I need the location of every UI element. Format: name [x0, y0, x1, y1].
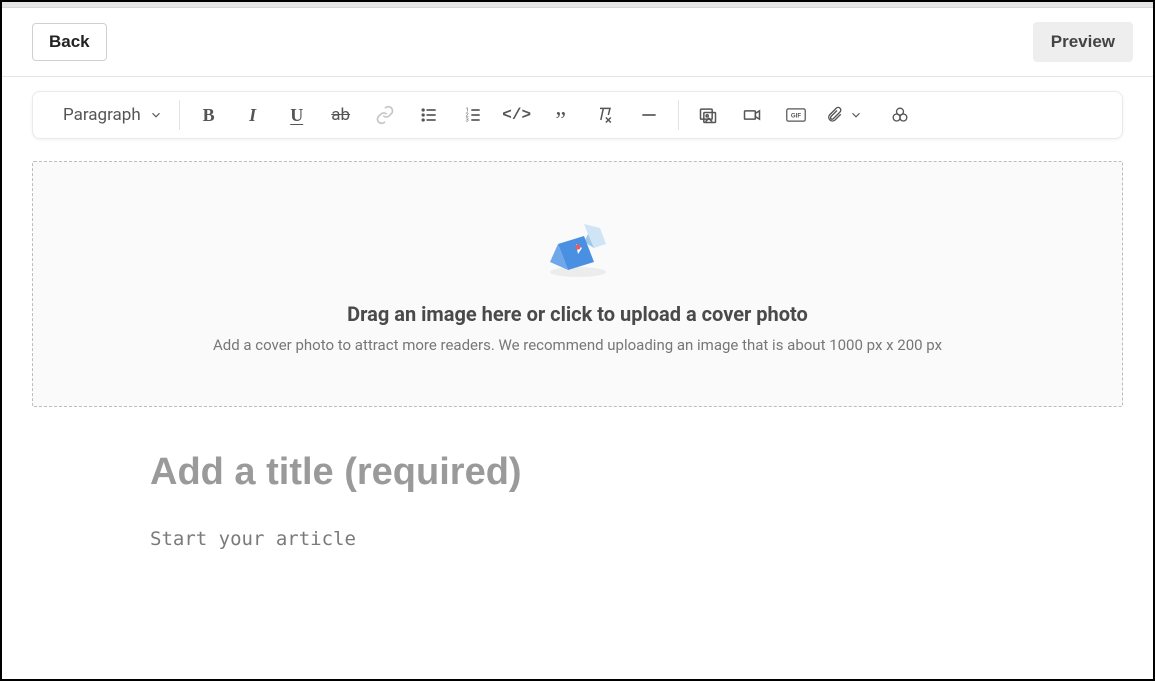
back-button[interactable]: Back [32, 23, 107, 61]
italic-button[interactable]: I [238, 100, 268, 130]
strikethrough-icon: ab [331, 105, 350, 125]
dropzone-subtitle: Add a cover photo to attract more reader… [213, 336, 942, 354]
bullet-list-button[interactable] [414, 100, 444, 130]
block-style-dropdown[interactable]: Paragraph [61, 101, 165, 129]
italic-icon: I [249, 105, 256, 126]
article-title-input[interactable] [150, 451, 910, 494]
code-button[interactable]: </> [502, 100, 532, 130]
bold-icon: B [203, 105, 215, 126]
clear-formatting-button[interactable] [590, 100, 620, 130]
strikethrough-button[interactable]: ab [326, 100, 356, 130]
underline-button[interactable]: U [282, 100, 312, 130]
image-button[interactable] [693, 100, 723, 130]
gif-button[interactable]: GIF [781, 100, 811, 130]
clear-formatting-icon [595, 105, 615, 125]
toolbar-group-block: Paragraph [47, 101, 179, 129]
block-style-label: Paragraph [63, 105, 141, 125]
preview-button[interactable]: Preview [1033, 22, 1133, 62]
chevron-down-icon [149, 108, 163, 122]
paperclip-icon [825, 105, 843, 125]
bold-button[interactable]: B [194, 100, 224, 130]
gif-icon: GIF [786, 105, 806, 125]
svg-text:3: 3 [465, 118, 468, 124]
header-bar: Back Preview [2, 8, 1153, 77]
numbered-list-button[interactable]: 123 [458, 100, 488, 130]
article-body-input[interactable] [150, 528, 910, 550]
horizontal-rule-icon [639, 105, 659, 125]
upload-illustration-icon [538, 214, 618, 280]
dropzone-title: Drag an image here or click to upload a … [347, 302, 808, 326]
quote-button[interactable]: ” [546, 100, 576, 130]
numbered-list-icon: 123 [463, 105, 483, 125]
cover-photo-section: Drag an image here or click to upload a … [2, 139, 1153, 407]
cover-photo-dropzone[interactable]: Drag an image here or click to upload a … [32, 161, 1123, 407]
overlapping-circles-icon [890, 105, 910, 125]
attachment-dropdown[interactable] [825, 105, 863, 125]
code-icon: </> [502, 106, 531, 124]
toolbar-group-media: GIF [679, 100, 929, 130]
toolbar-container: Paragraph B I U ab 123 </> [2, 77, 1153, 139]
link-icon [375, 105, 395, 125]
editor-body [2, 407, 1153, 554]
bullet-list-icon [419, 105, 439, 125]
image-icon [698, 105, 718, 125]
mention-button[interactable] [885, 100, 915, 130]
video-icon [742, 105, 762, 125]
quote-icon: ” [555, 116, 566, 126]
video-button[interactable] [737, 100, 767, 130]
toolbar-group-inline: B I U ab 123 </> ” [180, 100, 678, 130]
horizontal-rule-button[interactable] [634, 100, 664, 130]
link-button[interactable] [370, 100, 400, 130]
chevron-down-icon [849, 108, 863, 122]
editor-toolbar: Paragraph B I U ab 123 </> [32, 91, 1123, 139]
underline-icon: U [290, 105, 303, 126]
app-frame: Back Preview Paragraph B I U ab [0, 0, 1155, 681]
svg-text:GIF: GIF [791, 113, 801, 120]
